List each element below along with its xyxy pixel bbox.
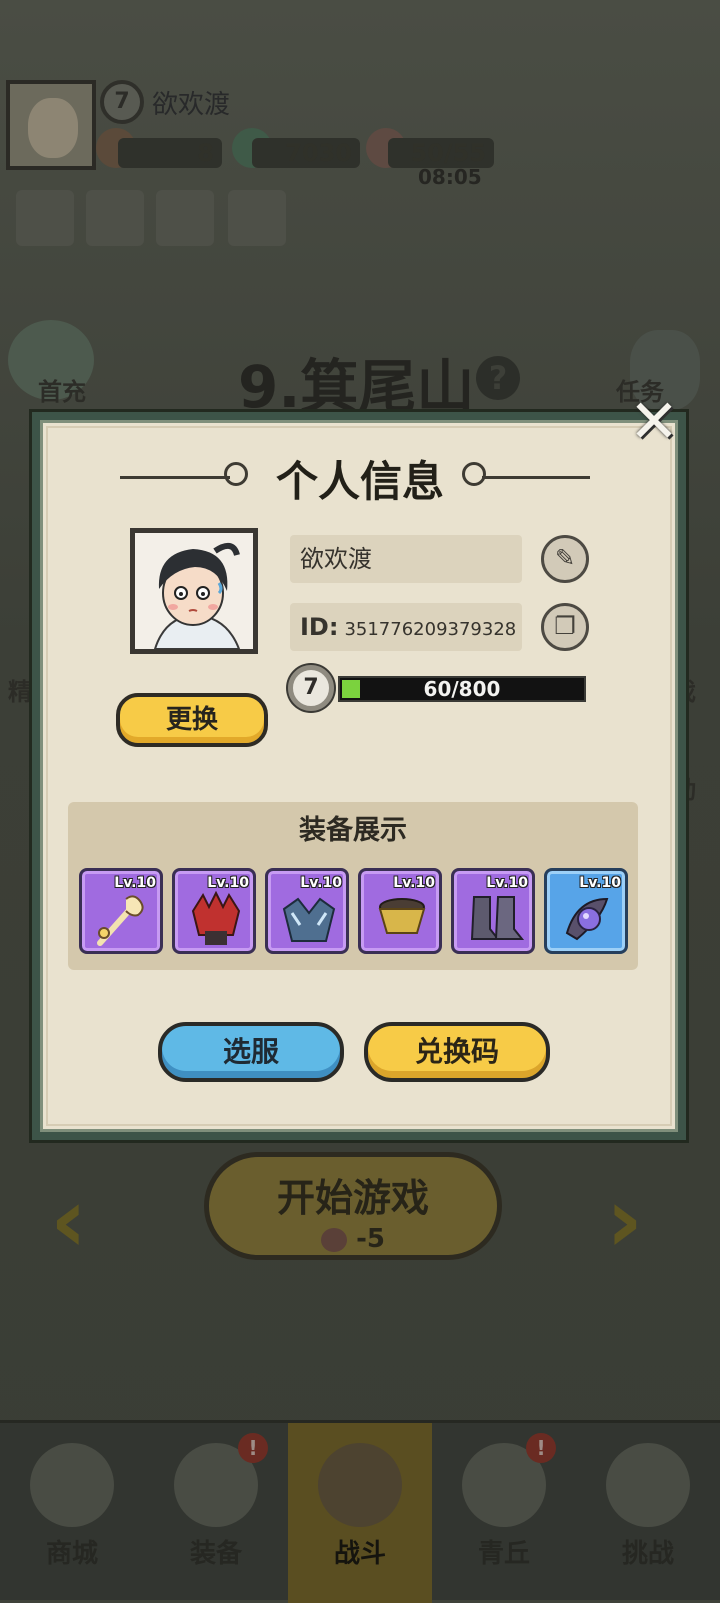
profile-dialog xyxy=(32,412,686,1140)
equipment-slot-helmet[interactable]: Lv.10 xyxy=(172,868,256,954)
title-divider-right xyxy=(482,476,590,479)
player-avatar[interactable] xyxy=(6,80,96,170)
equipment-slot-amulet[interactable]: Lv.10 xyxy=(544,868,628,954)
notification-badge: ! xyxy=(526,1433,556,1463)
player-name: 欲欢渡 xyxy=(152,90,231,120)
nav-shop[interactable]: 商城 xyxy=(0,1423,144,1603)
nav-challenge-label: 挑战 xyxy=(621,1539,674,1569)
resource-stamina-count: 50/55 xyxy=(388,138,494,168)
copy-id-icon[interactable]: ❐ xyxy=(541,603,589,651)
level-badge: 7 xyxy=(288,665,334,711)
stage-help-icon[interactable]: ? xyxy=(476,356,520,400)
orb-icon xyxy=(606,1443,690,1527)
equipment-title: 装备展示 xyxy=(299,815,407,846)
xp-text: 60/800 xyxy=(423,677,501,701)
edit-name-icon[interactable]: ✎ xyxy=(541,535,589,583)
demon-helmet-icon xyxy=(191,890,241,945)
friends-button[interactable] xyxy=(228,190,286,246)
nav-qingqiu[interactable]: 青丘 ! xyxy=(432,1423,576,1603)
peach-cost-icon xyxy=(321,1227,348,1252)
gold-gauntlet-icon xyxy=(378,898,426,934)
next-stage-arrow-icon[interactable]: › xyxy=(606,1168,643,1273)
ranking-button[interactable] xyxy=(86,190,144,246)
avatar-portrait-icon xyxy=(135,533,253,649)
nav-equipment[interactable]: 装备 ! xyxy=(144,1423,288,1603)
card-button[interactable] xyxy=(16,190,74,246)
close-icon[interactable]: ✕ xyxy=(628,392,680,452)
equipment-slot-gauntlet[interactable]: Lv.10 xyxy=(358,868,442,954)
player-id-field: ID: 351776209379328 xyxy=(290,603,522,651)
settings-gear-icon[interactable] xyxy=(156,190,214,246)
first-recharge-label: 首充 xyxy=(38,378,86,406)
bottom-nav: 商城 装备 ! 战斗 青丘 ! 挑战 xyxy=(0,1420,720,1603)
change-avatar-button[interactable]: 更换 xyxy=(116,693,268,747)
start-game-button[interactable]: 开始游戏 -5 xyxy=(204,1152,502,1260)
nav-battle-label: 战斗 xyxy=(333,1539,386,1569)
prev-stage-arrow-icon[interactable]: ‹ xyxy=(50,1168,87,1273)
start-game-cost: -5 xyxy=(209,1224,497,1254)
player-level-badge: 7 xyxy=(100,80,144,124)
equipment-slot-boots[interactable]: Lv.10 xyxy=(451,868,535,954)
equipment-slot-armor[interactable]: Lv.10 xyxy=(265,868,349,954)
redeem-code-button[interactable]: 兑换码 xyxy=(364,1022,550,1082)
golden-staff-icon xyxy=(97,895,144,946)
id-label: ID: xyxy=(300,613,339,641)
spiked-armor-icon xyxy=(282,897,336,942)
nav-shop-label: 商城 xyxy=(45,1539,98,1569)
shop-icon xyxy=(30,1443,114,1527)
armored-boots-icon xyxy=(470,896,525,940)
equipment-slot-weapon[interactable]: Lv.10 xyxy=(79,868,163,954)
title-ornament-right xyxy=(462,462,486,486)
crossed-swords-icon xyxy=(318,1443,402,1527)
resource-coin-count: 7030 xyxy=(252,138,360,168)
notification-badge: ! xyxy=(238,1433,268,1463)
nav-challenge[interactable]: 挑战 xyxy=(576,1423,720,1603)
profile-avatar xyxy=(130,528,258,654)
start-game-label: 开始游戏 xyxy=(276,1176,429,1220)
id-value: 351776209379328 xyxy=(344,619,517,640)
xp-progress-bar: 60/800 xyxy=(338,676,586,702)
nav-battle[interactable]: 战斗 xyxy=(288,1423,432,1603)
orb-amulet-icon xyxy=(565,897,609,941)
nav-equipment-label: 装备 xyxy=(189,1539,242,1569)
side-label-left: 精 xyxy=(8,678,32,706)
resource-envelope-count: 8 xyxy=(118,138,222,168)
player-name-field: 欲欢渡 xyxy=(290,535,522,583)
select-server-button[interactable]: 选服 xyxy=(158,1022,344,1082)
nav-qingqiu-label: 青丘 xyxy=(477,1539,530,1569)
dialog-title: 个人信息 xyxy=(275,457,444,506)
stamina-timer: 08:05 xyxy=(418,165,482,189)
